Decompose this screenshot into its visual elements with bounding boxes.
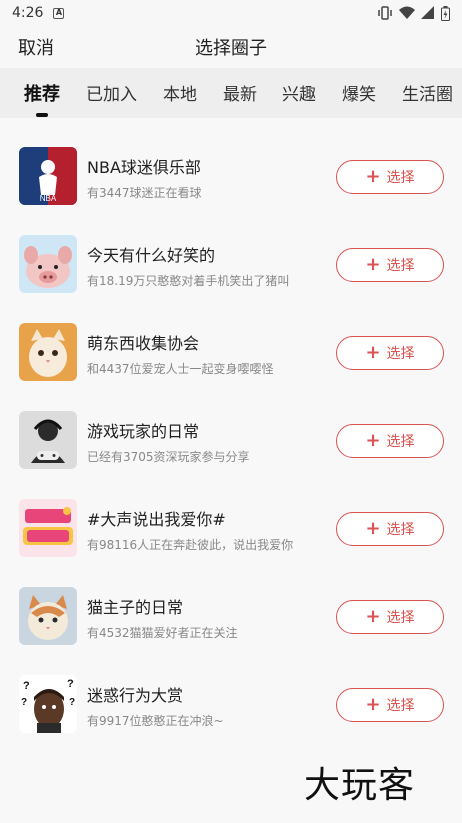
watermark-logo: 大玩客 [304,765,416,806]
plus-icon: + [365,166,381,187]
kitten-icon [19,323,77,381]
confused-face-icon: ? ? ? ? [19,675,77,733]
signal-icon [421,6,434,19]
select-button-label: 选择 [386,434,415,450]
vibrate-icon [378,6,392,20]
cat-icon [19,587,77,645]
wifi-icon [399,6,415,19]
circle-desc: 有3447球迷正在看球 [87,186,202,200]
circle-name: #大声说出我爱你# [87,510,226,529]
circle-name: 迷惑行为大赏 [87,686,184,705]
circle-desc: 有98116人正在奔赴彼此，说出我爱你 [87,538,294,552]
list-item[interactable]: 猫主子的日常 有4532猫猫爱好者正在关注 + 选择 [0,558,462,646]
circle-list: NBA NBA球迷俱乐部 有3447球迷正在看球 + 选择 今天有什么好笑的 有… [0,118,462,823]
svg-text:?: ? [69,697,75,708]
circle-desc: 有9917位憨憨正在冲浪~ [87,714,224,728]
love-text-icon [19,499,77,557]
gamer-icon [19,411,77,469]
plus-icon: + [365,694,381,715]
plus-icon: + [365,254,381,275]
tab-indicator [36,113,48,117]
nba-logo-icon: NBA [19,147,77,205]
circle-desc: 有18.19万只憨憨对着手机笑出了猪叫 [87,274,290,288]
plus-icon: + [365,342,381,363]
select-button-label: 选择 [386,522,415,538]
page-title: 选择圈子 [195,38,267,59]
tab-funny[interactable]: 爆笑 [342,80,376,105]
svg-text:NBA: NBA [40,194,57,203]
select-button[interactable]: + 选择 [336,512,444,546]
select-button-label: 选择 [386,258,415,274]
circle-desc: 已经有3705资深玩家参与分享 [87,450,250,464]
list-item[interactable]: 萌东西收集协会 和4437位爱宠人士一起变身嘤嘤怪 + 选择 [0,294,462,382]
select-button[interactable]: + 选择 [336,688,444,722]
select-button[interactable]: + 选择 [336,336,444,370]
notification-icon: A [53,7,65,19]
select-button[interactable]: + 选择 [336,600,444,634]
select-button-label: 选择 [386,346,415,362]
list-item[interactable]: #大声说出我爱你# 有98116人正在奔赴彼此，说出我爱你 + 选择 [0,470,462,558]
plus-icon: + [365,518,381,539]
tab-latest[interactable]: 最新 [223,80,257,105]
svg-text:?: ? [67,678,74,690]
select-button-label: 选择 [386,170,415,186]
svg-text:?: ? [23,680,30,692]
plus-icon: + [365,606,381,627]
tab-interest[interactable]: 兴趣 [282,80,316,105]
status-time: 4:26 [12,5,44,21]
circle-desc: 有4532猫猫爱好者正在关注 [87,626,238,640]
select-button[interactable]: + 选择 [336,160,444,194]
status-icons [377,5,450,21]
status-bar: 4:26 A [0,0,462,26]
category-tabs: 推荐 已加入 本地 最新 兴趣 爆笑 生活圈 [0,68,462,118]
tab-local[interactable]: 本地 [163,80,197,105]
circle-name: 游戏玩家的日常 [87,422,200,441]
select-button-label: 选择 [386,610,415,626]
tab-recommend[interactable]: 推荐 [24,80,60,106]
list-item[interactable]: ? ? ? ? 迷惑行为大赏 有9917位憨憨正在冲浪~ + 选择 [0,646,462,734]
circle-name: 今天有什么好笑的 [87,246,216,265]
svg-text:?: ? [21,697,27,708]
header: 取消 选择圈子 [0,26,462,68]
select-button[interactable]: + 选择 [336,248,444,282]
select-button-label: 选择 [386,698,415,714]
tab-joined[interactable]: 已加入 [86,80,137,105]
circle-name: 猫主子的日常 [87,598,184,617]
tab-life[interactable]: 生活圈 [402,80,453,105]
circle-desc: 和4437位爱宠人士一起变身嘤嘤怪 [87,362,274,376]
pig-icon [19,235,77,293]
circle-name: NBA球迷俱乐部 [87,158,201,177]
list-item[interactable]: NBA NBA球迷俱乐部 有3447球迷正在看球 + 选择 [0,118,462,206]
battery-icon [441,5,450,21]
select-button[interactable]: + 选择 [336,424,444,458]
list-item[interactable]: 今天有什么好笑的 有18.19万只憨憨对着手机笑出了猪叫 + 选择 [0,206,462,294]
plus-icon: + [365,430,381,451]
cancel-button[interactable]: 取消 [18,34,54,60]
list-item[interactable]: 游戏玩家的日常 已经有3705资深玩家参与分享 + 选择 [0,382,462,470]
circle-name: 萌东西收集协会 [87,334,200,353]
